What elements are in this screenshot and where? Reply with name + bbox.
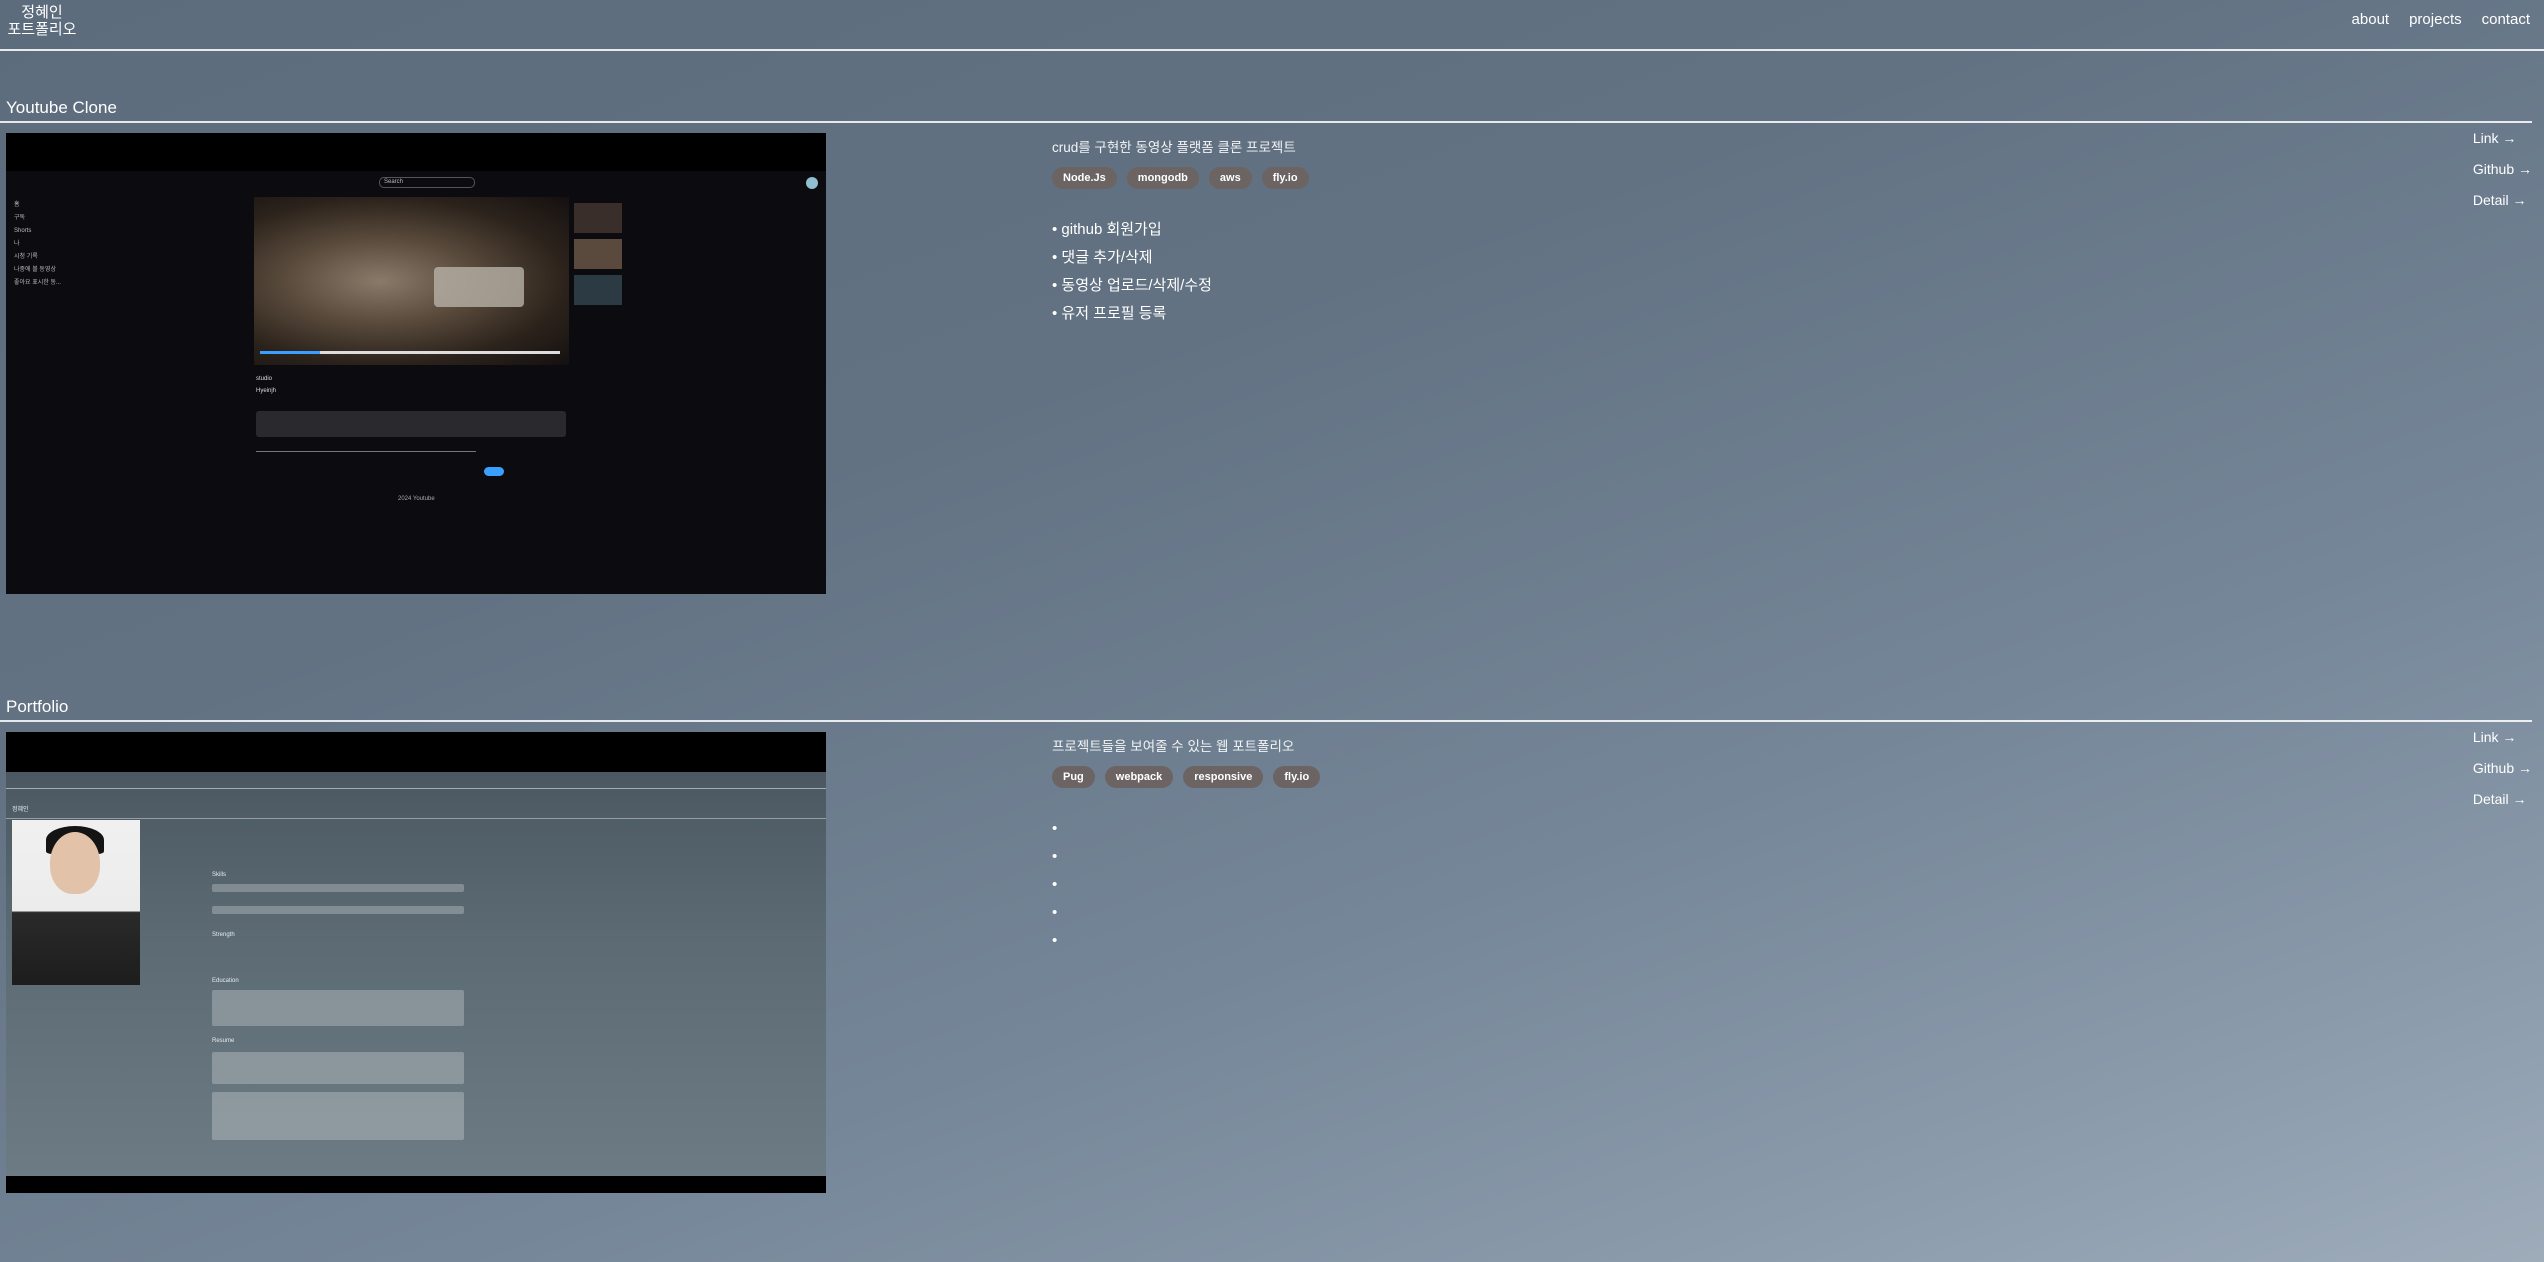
sidebar: 홈 구독 Shorts 나 시청 기록 나중에 볼 동영상 좋아요 표시한 동.… [14,199,61,290]
tag: mongodb [1126,167,1199,189]
tag: responsive [1183,766,1264,788]
detail-link[interactable]: Detail → [2473,790,2527,808]
feature-item: • 유저 프로필 등록 [1052,305,1167,322]
project-description: crud를 구현한 동영상 플랫폼 클론 프로젝트 [1052,140,1296,155]
logo-line-1: 정혜인 [21,4,63,21]
screenshot-letterbox [6,732,826,772]
feature-item: • [1052,848,1058,865]
detail-link[interactable]: Detail → [2473,191,2527,209]
project-links: Link → Github → Detail → [2473,728,2532,808]
sidebar-item: Shorts [14,228,32,234]
feature-list: • github 회원가입 • 댓글 추가/삭제 • 동영상 업로드/삭제/수정… [1052,220,1212,332]
sidebar-item: 구독 [14,215,26,221]
sidebar-item: 나 [14,241,20,247]
video-meta: studio Hyeinjh [256,373,276,397]
feature-item: • [1052,876,1058,893]
site-header: 정혜인 포트폴리오 about projects contact [0,0,2544,51]
screenshot-letterbox [6,133,826,171]
sidebar-item: 나중에 볼 동영상 [14,267,56,273]
logo-line-2: 포트폴리오 [7,21,77,38]
tag-list: Node.Js mongodb aws fly.io [1052,167,1309,189]
recommendations [574,203,626,305]
sidebar-item: 좋아요 표시한 동... [14,280,61,286]
link-button[interactable]: Link → [2473,728,2517,746]
nav-projects[interactable]: projects [2409,11,2462,28]
screenshot-divider [6,818,826,819]
tag: fly.io [1273,766,1321,788]
tag: fly.io [1261,167,1309,189]
screenshot-footer: 2024 Youtube [398,496,435,502]
sidebar-item: 시청 기록 [14,254,38,260]
skills-bar [212,906,464,914]
divider [0,121,2532,123]
resume-card [212,1092,464,1140]
project-title: Portfolio [6,697,69,716]
video-frame-detail [434,267,524,307]
nav-contact[interactable]: contact [2482,11,2530,28]
feature-item: • 동영상 업로드/삭제/수정 [1052,277,1212,294]
screenshot-name: 정혜인 [12,807,29,813]
tag: webpack [1104,766,1174,788]
channel-name: Hyeinjh [256,388,277,394]
tag-list: Pug webpack responsive fly.io [1052,766,1321,788]
comment-button [484,467,504,476]
project-screenshot: Search 홈 구독 Shorts 나 시청 기록 나중에 볼 동영상 좋아요… [6,133,826,594]
section-label: Strength [212,932,235,938]
feature-item: • [1052,904,1058,921]
feature-item: • github 회원가입 [1052,221,1162,238]
nav-about[interactable]: about [2352,11,2390,28]
project-screenshot: 정혜인 Skills Strength Education Resume [6,732,826,1193]
link-button[interactable]: Link → [2473,129,2517,147]
section-label: Education [212,978,239,984]
project-links: Link → Github → Detail → [2473,129,2532,209]
github-link[interactable]: Github → [2473,759,2532,777]
comment-input [256,451,476,452]
section-label: Resume [212,1038,235,1044]
tag: Pug [1052,766,1095,788]
project-description: 프로젝트들을 보여줄 수 있는 웹 포트폴리오 [1052,739,1295,754]
profile-photo-detail [50,832,100,894]
sidebar-item: 홈 [14,202,20,208]
site-logo[interactable]: 정혜인 포트폴리오 [6,4,78,38]
screenshot-divider [6,788,826,789]
main-nav: about projects contact [2352,11,2530,28]
screenshot-letterbox [6,1176,826,1193]
tag: Node.Js [1052,167,1117,189]
github-link[interactable]: Github → [2473,160,2532,178]
search-input: Search [379,177,475,188]
skills-bar [212,884,464,892]
resume-card [212,1052,464,1084]
video-description [256,411,566,437]
education-card [212,990,464,1026]
feature-list: • • • • • [1052,819,1057,959]
feature-item: • [1052,932,1058,949]
avatar [806,177,818,189]
feature-item: • 댓글 추가/삭제 [1052,249,1153,266]
video-title: studio [256,376,273,382]
divider [0,720,2532,722]
tag: aws [1208,167,1252,189]
section-label: Skills [212,872,227,878]
project-title: Youtube Clone [6,98,117,117]
video-progress-fill [260,351,320,354]
feature-item: • [1052,820,1058,837]
video-progress-bar [260,351,560,354]
video-player [254,197,569,365]
